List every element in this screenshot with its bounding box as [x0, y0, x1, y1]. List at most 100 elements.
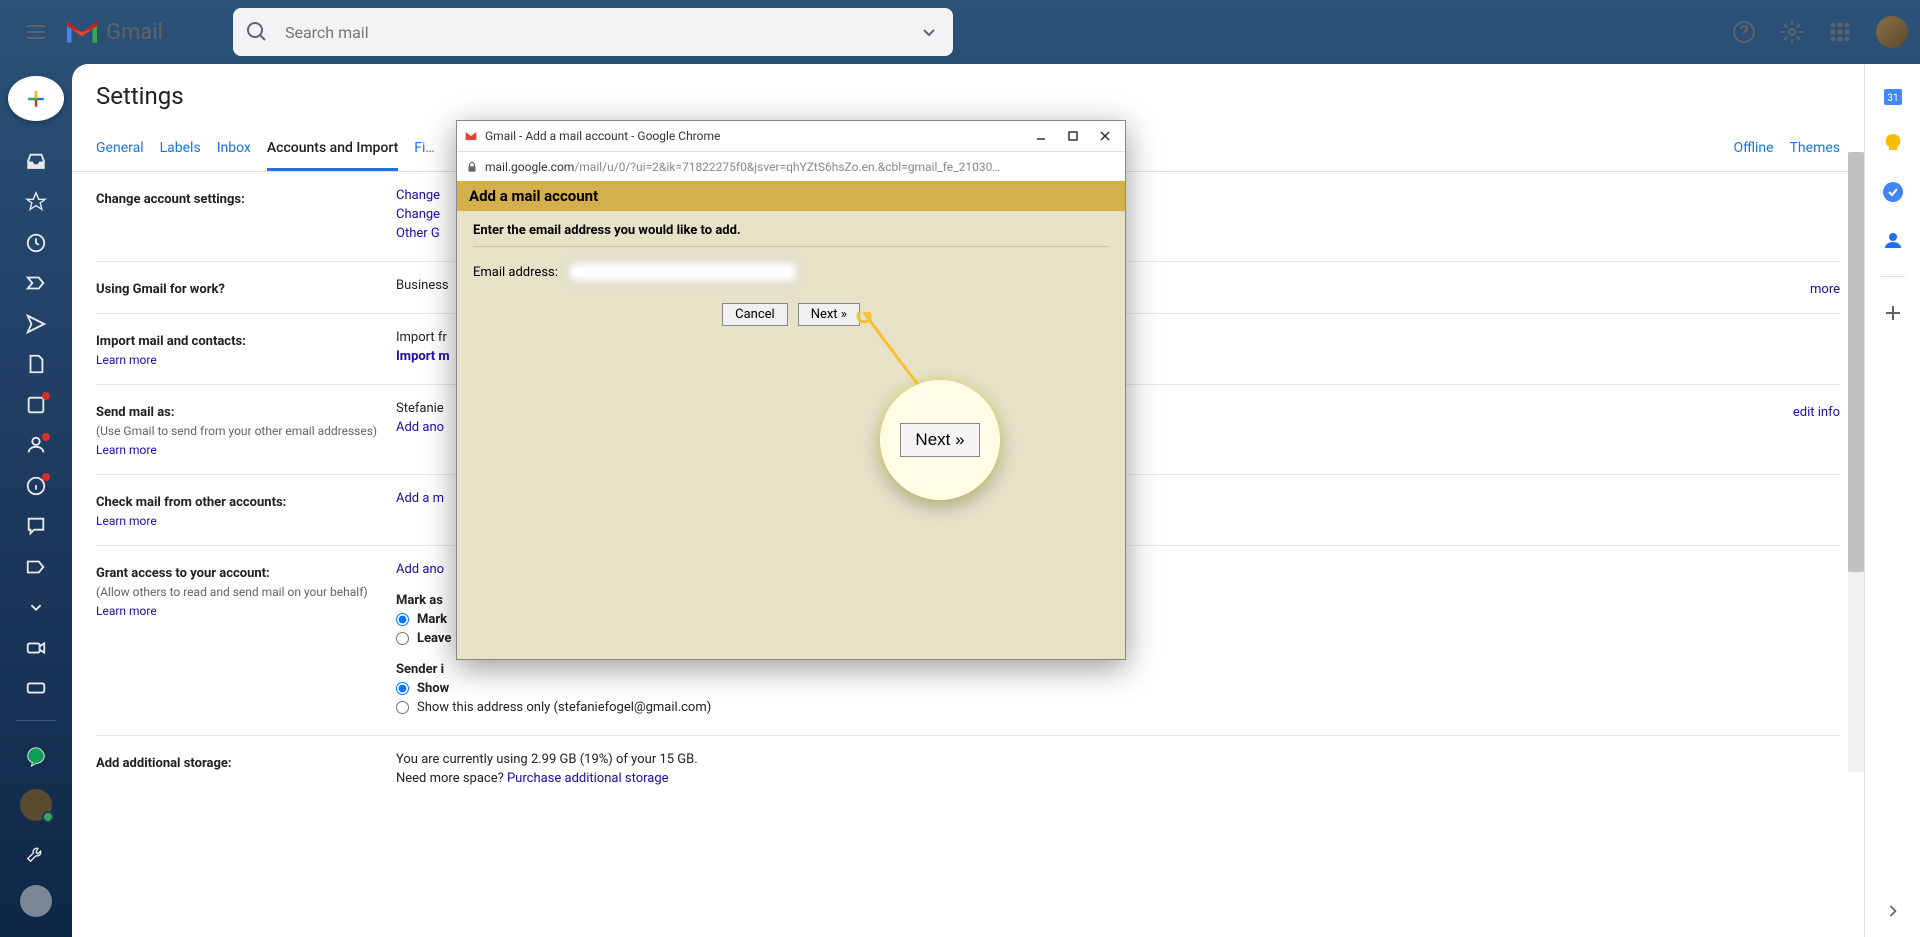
- keyboard-nav[interactable]: [16, 672, 56, 704]
- hangouts-icon: [25, 746, 47, 768]
- search-icon: [245, 20, 269, 44]
- learn-more-link[interactable]: more: [1810, 282, 1840, 297]
- settings-button[interactable]: [1772, 12, 1812, 52]
- add-on-icon[interactable]: [1881, 301, 1905, 325]
- search-options-icon[interactable]: [917, 20, 941, 44]
- show-address-only-radio[interactable]: [396, 701, 409, 714]
- popup-button-row: Cancel Next »: [473, 303, 1109, 326]
- sender-info-label: Sender i: [396, 662, 1840, 677]
- storage-row: Add additional storage: You are currentl…: [96, 736, 1840, 802]
- gmail-m-icon: [64, 17, 100, 47]
- apps-grid-icon: [1828, 20, 1852, 44]
- mark-read-radio[interactable]: [396, 613, 409, 626]
- label-nav-1[interactable]: [16, 429, 56, 461]
- hangouts-avatar[interactable]: [20, 789, 52, 821]
- category-nav[interactable]: [16, 388, 56, 420]
- search-bar[interactable]: [233, 8, 953, 56]
- support-button[interactable]: [1724, 12, 1764, 52]
- sent-nav[interactable]: [16, 307, 56, 339]
- chevron-right-icon: [1883, 901, 1903, 921]
- popup-titlebar[interactable]: Gmail - Add a mail account - Google Chro…: [457, 121, 1125, 151]
- show-sender-radio[interactable]: [396, 682, 409, 695]
- chevron-down-icon: [25, 596, 47, 618]
- tab-labels[interactable]: Labels: [160, 128, 201, 171]
- mark-option: Mark: [417, 612, 447, 627]
- plus-icon: [22, 85, 50, 113]
- star-icon: [25, 191, 47, 213]
- next-button[interactable]: Next »: [798, 303, 860, 326]
- minimize-button[interactable]: [1027, 126, 1055, 146]
- scrollbar[interactable]: [1848, 152, 1864, 772]
- hangouts-icon-btn[interactable]: [16, 737, 56, 777]
- learn-more-link[interactable]: Learn more: [96, 443, 157, 457]
- wrench-icon: [25, 842, 47, 864]
- apps-button[interactable]: [1820, 12, 1860, 52]
- hangouts-tool[interactable]: [16, 833, 56, 873]
- tab-filters[interactable]: Fi…: [414, 128, 435, 171]
- gmail-favicon: [463, 128, 479, 144]
- snoozed-nav[interactable]: [16, 226, 56, 258]
- popup-window-title: Gmail - Add a mail account - Google Chro…: [485, 129, 720, 143]
- label-tag-nav[interactable]: [16, 550, 56, 582]
- search-input[interactable]: [285, 23, 917, 42]
- learn-more-link[interactable]: Learn more: [96, 353, 157, 367]
- hangouts-section: [16, 737, 56, 937]
- grant-access-sub: (Allow others to read and send mail on y…: [96, 585, 368, 599]
- topbar-right: [1724, 12, 1908, 52]
- cancel-button[interactable]: Cancel: [722, 303, 788, 326]
- tab-inbox[interactable]: Inbox: [217, 128, 251, 171]
- learn-more-link[interactable]: Learn more: [96, 604, 157, 618]
- drafts-nav[interactable]: [16, 348, 56, 380]
- hangouts-avatar-2[interactable]: [20, 885, 52, 917]
- show-option-2: Show this address only (stefaniefogel@gm…: [417, 700, 711, 715]
- video-nav[interactable]: [16, 631, 56, 663]
- email-address-input[interactable]: [568, 261, 798, 283]
- calendar-icon[interactable]: 31: [1881, 84, 1905, 108]
- contacts-icon[interactable]: [1881, 228, 1905, 252]
- tasks-icon[interactable]: [1881, 180, 1905, 204]
- send-as-sub: (Use Gmail to send from your other email…: [96, 424, 377, 438]
- inbox-nav[interactable]: [16, 145, 56, 177]
- tag-icon: [25, 556, 47, 578]
- tab-accounts-import[interactable]: Accounts and Import: [267, 128, 398, 171]
- callout-next-button: Next »: [900, 423, 979, 457]
- label-nav-2[interactable]: [16, 469, 56, 501]
- need-space-text: Need more space?: [396, 771, 507, 786]
- tab-offline[interactable]: Offline: [1733, 128, 1773, 171]
- close-button[interactable]: [1091, 126, 1119, 146]
- starred-nav[interactable]: [16, 186, 56, 218]
- topbar: Gmail: [0, 0, 1920, 64]
- leave-unread-radio[interactable]: [396, 632, 409, 645]
- add-mail-account-popup: Gmail - Add a mail account - Google Chro…: [456, 120, 1126, 660]
- maximize-button[interactable]: [1059, 126, 1087, 146]
- main-menu-button[interactable]: [12, 8, 60, 56]
- compose-button[interactable]: [8, 76, 64, 121]
- learn-more-link[interactable]: Learn more: [96, 514, 157, 528]
- expand-panel-button[interactable]: [1883, 901, 1903, 925]
- notification-dot: [42, 433, 50, 441]
- important-icon: [25, 272, 47, 294]
- grant-access-label: Grant access to your account:: [96, 566, 270, 581]
- email-form-row: Email address:: [473, 261, 1109, 283]
- purchase-storage-link[interactable]: Purchase additional storage: [507, 771, 669, 786]
- left-rail: [0, 64, 72, 937]
- more-nav[interactable]: [16, 591, 56, 623]
- rail-separator: [16, 720, 56, 721]
- chat-nav[interactable]: [16, 510, 56, 542]
- storage-usage: You are currently using 2.99 GB (19%) of…: [396, 752, 1840, 767]
- show-option-1: Show: [417, 681, 449, 696]
- using-work-label: Using Gmail for work?: [96, 282, 225, 297]
- page-title: Settings: [72, 64, 1864, 128]
- account-avatar[interactable]: [1876, 16, 1908, 48]
- keep-icon[interactable]: [1881, 132, 1905, 156]
- popup-body: Enter the email address you would like t…: [457, 211, 1125, 659]
- important-nav[interactable]: [16, 267, 56, 299]
- gmail-logo[interactable]: Gmail: [64, 17, 163, 47]
- tab-themes[interactable]: Themes: [1790, 128, 1840, 171]
- scrollbar-thumb[interactable]: [1848, 152, 1864, 572]
- drafts-icon: [25, 353, 47, 375]
- side-panel: 31: [1864, 64, 1920, 937]
- tab-general[interactable]: General: [96, 128, 144, 171]
- popup-subheading: Enter the email address you would like t…: [473, 223, 1109, 247]
- edit-info-link[interactable]: edit info: [1793, 405, 1840, 420]
